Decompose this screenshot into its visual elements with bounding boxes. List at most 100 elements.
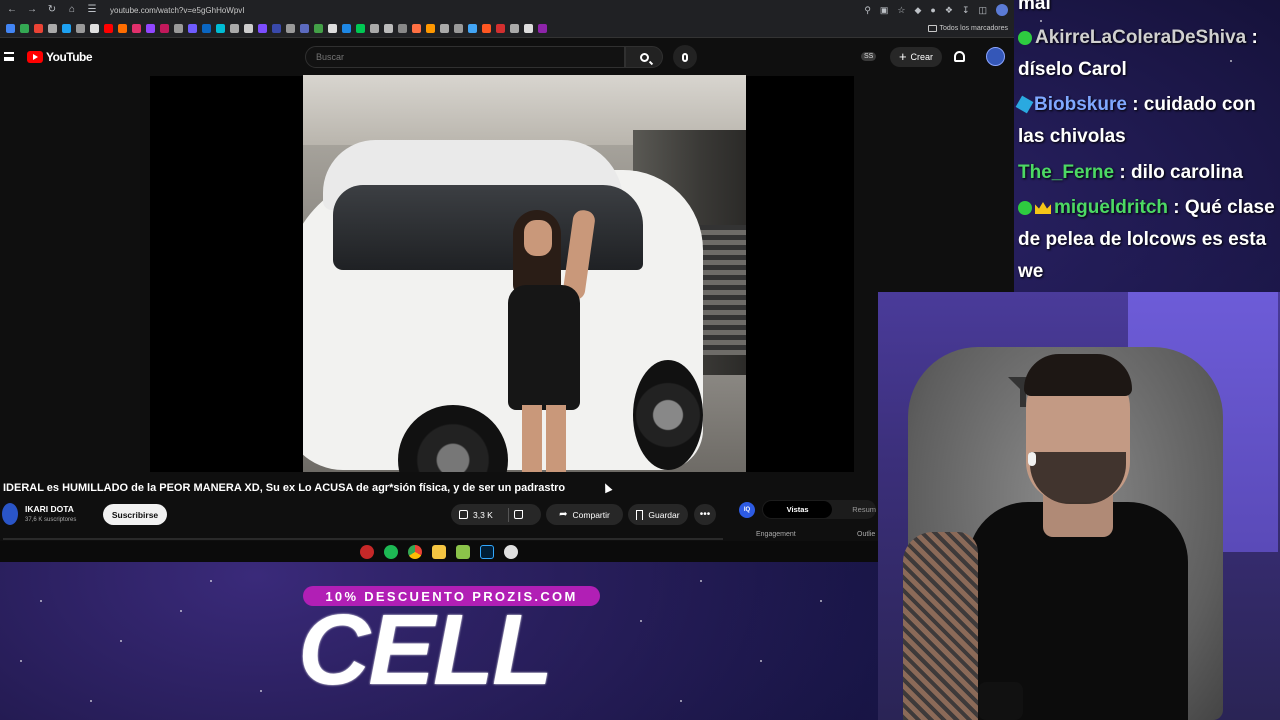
bookmark-icon[interactable] [342,24,351,33]
bookmark-icon[interactable] [90,24,99,33]
create-button[interactable]: + Crear [890,47,942,67]
channel-name[interactable]: IKARI DOTA [25,504,74,514]
site-info-icon[interactable]: ☰ [86,4,98,16]
search-button[interactable] [625,46,663,68]
bookmark-icon[interactable] [426,24,435,33]
bookmark-icon[interactable] [160,24,169,33]
extension-iq-badge[interactable]: IQ [739,502,755,518]
video-scene-stairs [698,225,746,355]
microphone-icon [682,52,688,62]
bookmark-icon[interactable] [384,24,393,33]
channel-avatar[interactable] [2,503,18,525]
bookmark-icon[interactable] [300,24,309,33]
bookmark-icon[interactable] [370,24,379,33]
bookmark-icon[interactable] [412,24,421,33]
bookmark-icon[interactable] [146,24,155,33]
extensions-puzzle-icon[interactable]: ❖ [945,5,953,16]
bookmark-icon[interactable] [454,24,463,33]
bookmark-icon[interactable] [34,24,43,33]
bookmark-icon[interactable] [356,24,365,33]
bookmark-icon[interactable] [482,24,491,33]
bookmark-icon[interactable] [524,24,533,33]
forward-icon[interactable]: → [26,4,38,16]
extension-icon[interactable]: ● [930,5,935,15]
bookmark-icon[interactable] [468,24,477,33]
chat-badge-icon [1015,96,1034,114]
like-button[interactable]: 3,3 K [451,504,541,525]
app-icon[interactable] [504,544,518,559]
bookmark-icon[interactable] [328,24,337,33]
bookmark-icon[interactable] [174,24,183,33]
chat-message: Biobskure : cuidado con las chivolas [1015,89,1280,153]
thumbs-down-icon[interactable] [513,510,523,519]
spotify-app-icon[interactable] [384,544,398,559]
split-view-icon[interactable]: ◫ [978,5,987,16]
all-bookmarks-folder[interactable]: Todos los marcadores [927,25,1008,32]
bookmark-icon[interactable] [398,24,407,33]
search-input[interactable] [305,46,625,68]
bookmark-icon[interactable] [104,24,113,33]
install-icon[interactable]: ▣ [880,5,889,16]
bookmark-icon[interactable] [510,24,519,33]
bookmark-icon[interactable] [258,24,267,33]
photoshop-app-icon[interactable] [480,544,494,559]
video-scene-car-window [333,185,643,270]
bookmark-icon[interactable] [314,24,323,33]
extension-icon[interactable]: ◆ [915,5,922,16]
back-icon[interactable]: ← [6,4,18,16]
extension-badge[interactable]: SS [861,52,877,61]
chat-message: migueldritch : Qué clase de pelea de lol… [1018,197,1275,282]
address-bar: ← → ↻ ⌂ ☰ youtube.com/watch?v=e5gGhHoWpv… [0,0,1014,20]
youtube-logo[interactable]: YouTube [27,50,93,64]
mouse-cursor-icon [601,481,613,494]
bookmark-icon[interactable] [496,24,505,33]
save-button[interactable]: Guardar [628,504,688,525]
bookmark-icon[interactable] [76,24,85,33]
address-bar-actions: ⚲ ▣ ☆ ◆ ● ❖ ↧ ◫ [864,4,1008,16]
menu-icon[interactable] [4,52,14,61]
file-explorer-icon[interactable] [432,544,446,559]
reload-icon[interactable]: ↻ [46,4,58,16]
bookmark-icon[interactable] [202,24,211,33]
video-frame[interactable] [303,75,746,472]
tab-resumen[interactable]: Resum [852,505,876,514]
share-button[interactable]: ➦ Compartir [546,504,623,525]
bookmark-icon[interactable] [440,24,449,33]
tab-vistas[interactable]: Vistas [763,501,833,518]
home-icon[interactable]: ⌂ [66,4,78,16]
voice-search-button[interactable] [673,45,697,69]
thumbs-up-icon [459,510,468,519]
app-icon[interactable] [456,544,470,559]
profile-avatar[interactable] [996,4,1008,16]
microphone [978,682,1023,720]
chat-message: The_Ferne : dilo carolina [1018,162,1243,183]
notifications-bell-icon[interactable] [954,51,965,62]
divider [3,538,723,540]
bookmark-icon[interactable] [538,24,547,33]
zoom-icon[interactable]: ⚲ [864,5,871,16]
url-text[interactable]: youtube.com/watch?v=e5gGhHoWpvI [110,6,245,15]
bookmark-icon[interactable] [230,24,239,33]
more-options-button[interactable]: ••• [694,504,716,525]
bookmark-icon[interactable] [216,24,225,33]
chat-message: mal [1018,0,1051,14]
account-avatar[interactable] [986,47,1005,66]
subscribe-button[interactable]: Suscribirse [103,504,167,525]
bookmark-icon[interactable] [20,24,29,33]
obs-app-icon[interactable] [360,544,374,559]
bookmark-icon[interactable] [188,24,197,33]
bookmark-icon[interactable] [48,24,57,33]
download-icon[interactable]: ↧ [962,5,970,16]
chat-badge-icon [1018,200,1032,215]
bookmark-icon[interactable] [132,24,141,33]
star-icon[interactable]: ☆ [897,5,905,16]
chrome-app-icon[interactable] [408,544,422,559]
bookmark-icon[interactable] [286,24,295,33]
bookmark-icon[interactable] [272,24,281,33]
channel-subscribers: 37,6 K suscriptores [25,517,77,523]
bookmark-icon[interactable] [118,24,127,33]
bookmark-icon[interactable] [62,24,71,33]
bookmark-icon[interactable] [6,24,15,33]
bookmark-icon[interactable] [244,24,253,33]
plus-icon: + [898,49,907,64]
